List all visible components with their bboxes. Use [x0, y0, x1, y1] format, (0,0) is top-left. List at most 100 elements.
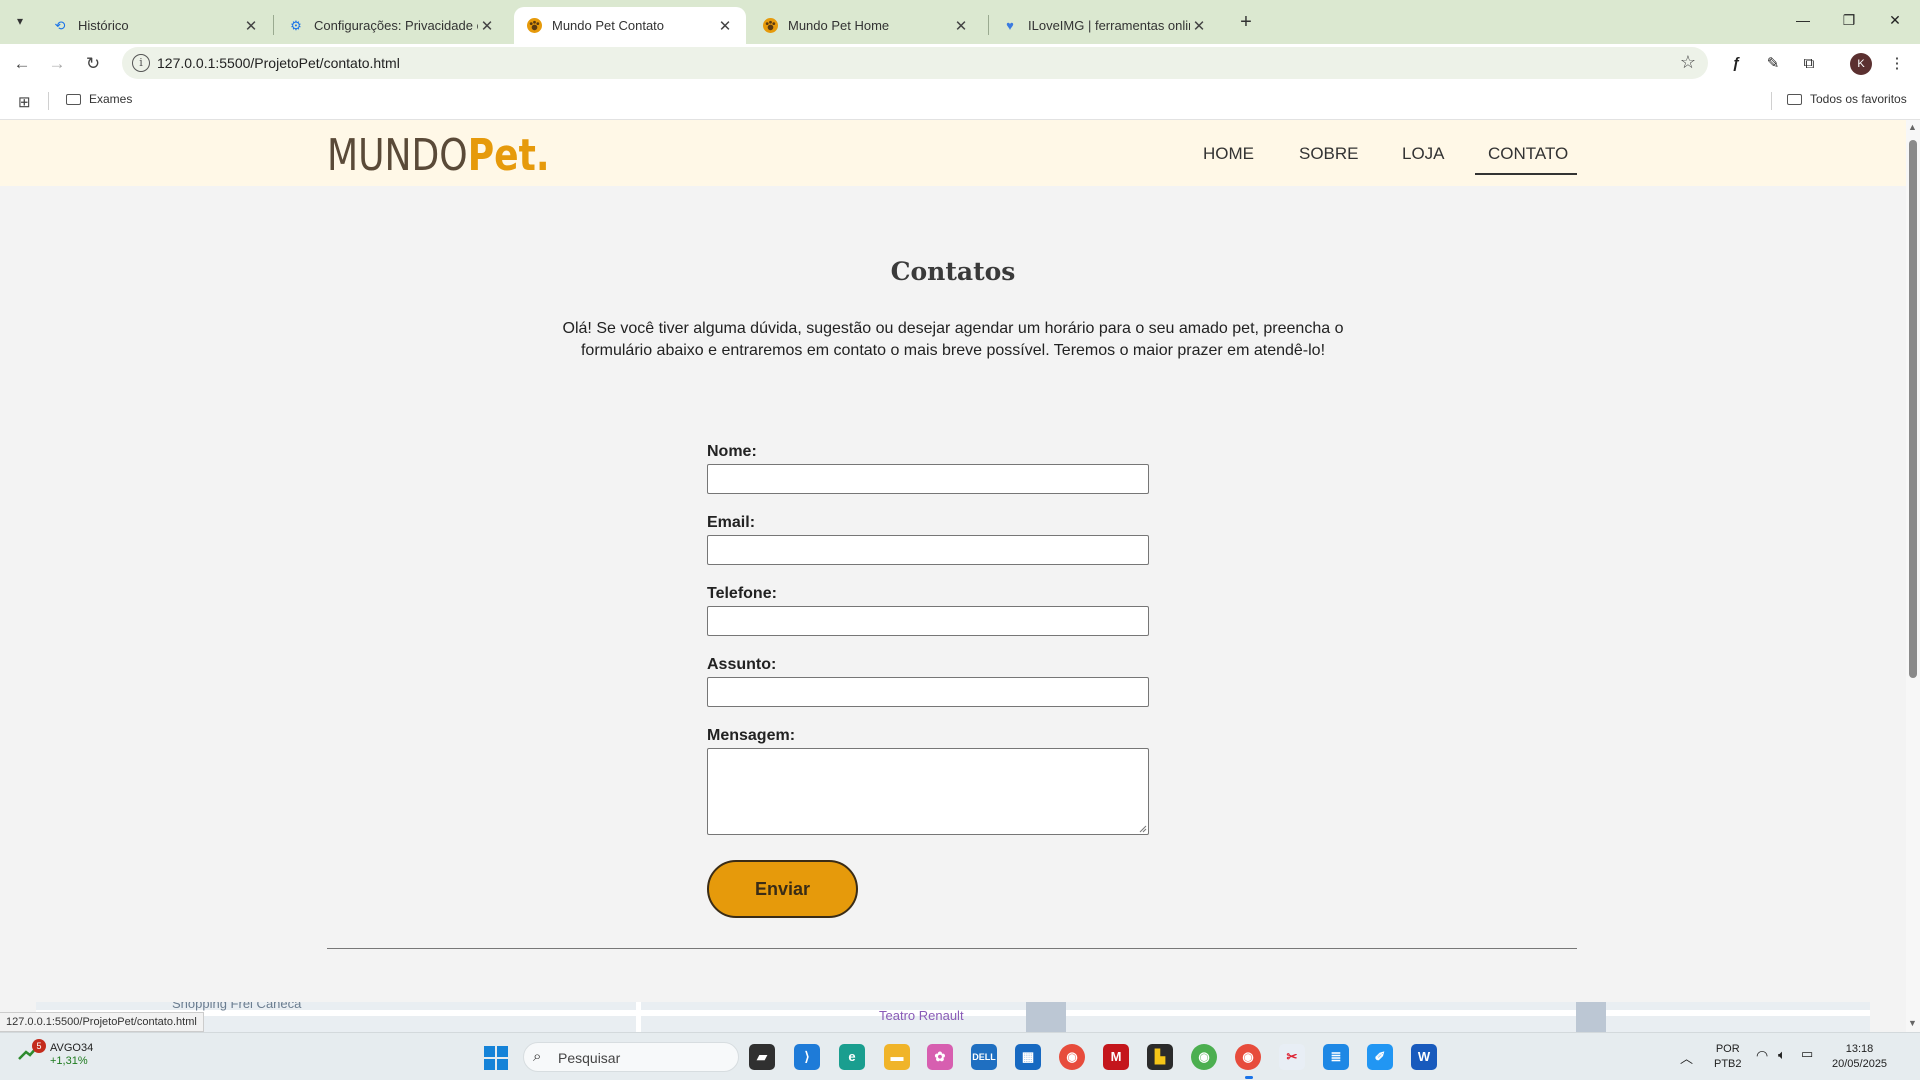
gear-icon: ⚙: [290, 17, 302, 33]
close-tab-icon[interactable]: ✕: [478, 17, 496, 35]
chrome-profile-icon[interactable]: ◉: [1191, 1044, 1217, 1070]
all-bookmarks-folder[interactable]: Todos os favoritos: [1787, 92, 1907, 106]
stock-ticker: AVGO34: [50, 1042, 94, 1054]
history-icon: ⟲: [54, 17, 66, 33]
close-tab-icon[interactable]: ✕: [1190, 17, 1208, 35]
battery-icon[interactable]: ▭: [1801, 1046, 1813, 1062]
edge-icon[interactable]: e: [839, 1044, 865, 1070]
nav-active-indicator: [1475, 173, 1577, 175]
active-app-indicator: [1245, 1076, 1253, 1079]
map-road: [1026, 1002, 1066, 1032]
paint-icon[interactable]: ✐: [1367, 1044, 1393, 1070]
bookmark-separator: [48, 92, 49, 110]
restore-button[interactable]: ❐: [1826, 0, 1872, 40]
page-viewport: MUNDOPet. HOME SOBRE LOJA CONTATO Contat…: [0, 120, 1906, 1032]
wifi-icon[interactable]: ◠: [1756, 1047, 1768, 1064]
clock[interactable]: 13:18 20/05/2025: [1832, 1042, 1887, 1072]
nav-link-sobre[interactable]: SOBRE: [1299, 144, 1359, 164]
map-road: [1576, 1002, 1606, 1032]
resize-grip-icon[interactable]: [1139, 825, 1147, 833]
mensagem-textarea[interactable]: [707, 748, 1149, 835]
back-button[interactable]: ←: [8, 51, 36, 77]
apps-grid-icon[interactable]: ⊞: [18, 93, 31, 111]
nome-input[interactable]: [707, 464, 1149, 494]
telefone-input[interactable]: [707, 606, 1149, 636]
telefone-label: Telefone:: [707, 585, 777, 602]
enviar-button[interactable]: Enviar: [707, 860, 858, 918]
browser-tab-bar: ▾ ⟲ Histórico ✕ ⚙ Configurações: Privaci…: [0, 0, 1920, 44]
task-view-icon[interactable]: ▰: [749, 1044, 775, 1070]
mcafee-icon[interactable]: M: [1103, 1044, 1129, 1070]
scroll-down-arrow-icon[interactable]: ▼: [1908, 1018, 1917, 1028]
vscode-icon[interactable]: ⟩: [794, 1044, 820, 1070]
nav-link-loja[interactable]: LOJA: [1402, 144, 1445, 164]
language-indicator[interactable]: POR PTB2: [1714, 1042, 1742, 1072]
page-title: Contatos: [890, 257, 1016, 286]
nome-label: Nome:: [707, 443, 757, 460]
new-tab-button[interactable]: +: [1232, 8, 1260, 36]
close-tab-icon[interactable]: ✕: [242, 17, 260, 35]
heart-icon: ♥: [1006, 18, 1014, 33]
site-header: MUNDOPet. HOME SOBRE LOJA CONTATO: [0, 120, 1906, 186]
bookmark-folder-exames[interactable]: Exames: [66, 92, 132, 106]
reload-button[interactable]: ↻: [79, 51, 107, 77]
scrollbar-thumb[interactable]: [1909, 140, 1917, 678]
tab-search-chevron-icon[interactable]: ▾: [8, 9, 32, 33]
footer-divider: [327, 948, 1577, 949]
mensagem-label: Mensagem:: [707, 727, 796, 744]
stock-change: +1,31%: [50, 1055, 88, 1067]
word-icon[interactable]: W: [1411, 1044, 1437, 1070]
snipping-tool-icon[interactable]: ✂: [1279, 1044, 1305, 1070]
bookmarks-bar: ⊞ Exames Todos os favoritos: [0, 82, 1920, 120]
eyedropper-icon[interactable]: ✎: [1762, 53, 1784, 75]
embedded-map[interactable]: Shopping Frei Caneca Teatro Renault: [36, 1002, 1870, 1032]
dell-icon[interactable]: DELL: [971, 1044, 997, 1070]
copilot-icon[interactable]: ✿: [927, 1044, 953, 1070]
tab-mundo-pet-contato[interactable]: Mundo Pet Contato ✕: [514, 7, 746, 44]
page-scrollbar[interactable]: ▲ ▼: [1906, 120, 1920, 1032]
tab-iloveimg[interactable]: ♥ ILoveIMG | ferramentas online p ✕: [990, 7, 1220, 44]
browser-menu-icon[interactable]: ⋮: [1886, 53, 1908, 75]
contact-intro-text: Olá! Se você tiver alguma dúvida, sugest…: [562, 320, 1344, 359]
map-label-teatro: Teatro Renault: [879, 1008, 964, 1023]
address-bar[interactable]: i 127.0.0.1:5500/ProjetoPet/contato.html…: [122, 47, 1708, 79]
chrome-icon[interactable]: ◉: [1059, 1044, 1085, 1070]
close-window-button[interactable]: ✕: [1872, 0, 1918, 40]
browser-toolbar: ← → ↻ i 127.0.0.1:5500/ProjetoPet/contat…: [0, 44, 1920, 82]
bookmark-star-icon[interactable]: ☆: [1680, 52, 1696, 73]
start-button[interactable]: [484, 1046, 508, 1070]
tab-configuracoes[interactable]: ⚙ Configurações: Privacidade e se ✕: [276, 7, 508, 44]
tab-historico[interactable]: ⟲ Histórico ✕: [40, 7, 272, 44]
close-tab-icon[interactable]: ✕: [952, 17, 970, 35]
notepad-icon[interactable]: ≣: [1323, 1044, 1349, 1070]
sticky-notes-icon[interactable]: ▙: [1147, 1044, 1173, 1070]
close-tab-icon[interactable]: ✕: [716, 17, 734, 35]
tab-separator: [988, 15, 989, 35]
profile-avatar[interactable]: K: [1850, 53, 1872, 75]
extension-f-icon[interactable]: ƒ: [1725, 53, 1747, 75]
minimize-button[interactable]: —: [1780, 0, 1826, 40]
windows-taskbar: 5 AVGO34 +1,31% ⌕ Pesquisar ▰ ⟩ e ▬ ✿ DE…: [0, 1032, 1920, 1080]
store-icon[interactable]: ▦: [1015, 1044, 1041, 1070]
nav-link-contato[interactable]: CONTATO: [1488, 144, 1568, 164]
chrome-active-icon[interactable]: ◉: [1235, 1044, 1261, 1070]
stock-widget[interactable]: 5 AVGO34 +1,31%: [18, 1039, 94, 1067]
email-input[interactable]: [707, 535, 1149, 565]
mundo-pet-logo[interactable]: MUNDOPet.: [327, 130, 550, 181]
address-url[interactable]: 127.0.0.1:5500/ProjetoPet/contato.html: [157, 55, 400, 71]
nav-link-home[interactable]: HOME: [1203, 144, 1254, 164]
site-info-icon[interactable]: i: [132, 54, 150, 72]
file-explorer-icon[interactable]: ▬: [884, 1044, 910, 1070]
tray-overflow-chevron-icon[interactable]: ︿: [1680, 1048, 1693, 1067]
volume-icon[interactable]: 🔈︎: [1778, 1047, 1786, 1063]
forward-button[interactable]: →: [43, 51, 71, 77]
stock-chart-icon: 5: [18, 1039, 46, 1065]
taskbar-search[interactable]: ⌕ Pesquisar: [523, 1042, 739, 1072]
scroll-up-arrow-icon[interactable]: ▲: [1908, 122, 1917, 132]
extensions-puzzle-icon[interactable]: ⧉: [1798, 53, 1820, 75]
tab-mundo-pet-home[interactable]: Mundo Pet Home ✕: [750, 7, 982, 44]
stock-badge: 5: [32, 1039, 46, 1053]
email-label: Email:: [707, 514, 756, 531]
assunto-input[interactable]: [707, 677, 1149, 707]
windows-logo-icon: [484, 1046, 495, 1057]
